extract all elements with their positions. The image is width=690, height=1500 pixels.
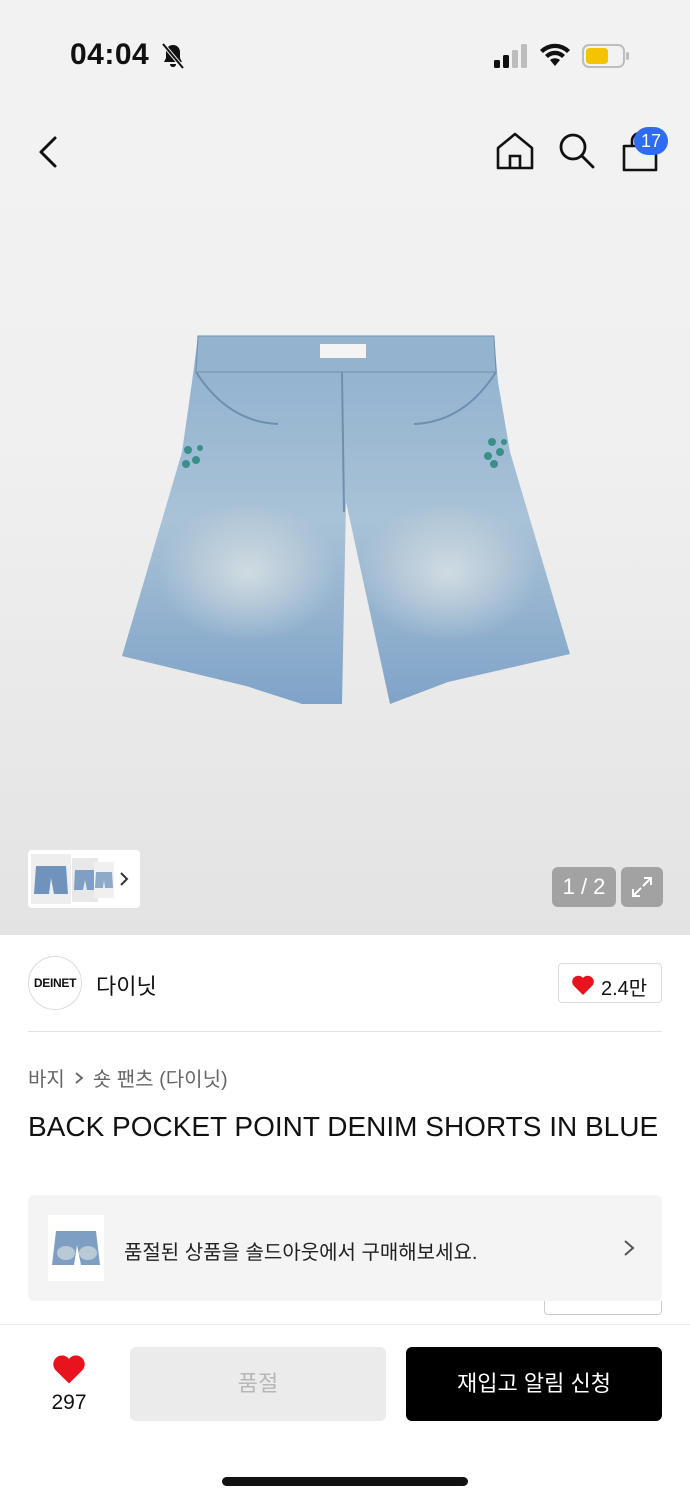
divider [28,1031,662,1032]
product-image [122,335,570,704]
signal-icon [494,44,527,68]
price-row-clipped [28,1301,662,1315]
home-indicator [222,1477,468,1486]
brand-name[interactable]: 다이닛 [96,969,157,1001]
home-icon[interactable] [494,130,536,172]
brand-like-button[interactable]: 2.4만 [558,963,662,1003]
breadcrumb: 바지 숏 팬츠 (다이닛) [28,1063,228,1092]
cart-count-badge: 17 [634,127,668,155]
soldout-banner-text: 품절된 상품을 솔드아웃에서 구매해보세요. [124,1242,478,1264]
battery-icon [582,44,629,68]
chevron-right-icon [75,1071,84,1084]
page-indicator: 1 / 2 [552,867,616,907]
bottom-action-bar: 297 품절 재입고 알림 신청 [0,1324,690,1500]
breadcrumb-subcategory[interactable]: 숏 팬츠 (다이닛) [93,1063,228,1092]
breadcrumb-category[interactable]: 바지 [28,1063,65,1092]
wishlist-count: 297 [51,1391,87,1414]
status-bar: 04:04 [0,0,690,100]
chevron-right-icon [624,1240,635,1256]
expand-icon [632,877,652,897]
product-title: BACK POCKET POINT DENIM SHORTS IN BLUE [28,1111,659,1142]
soldout-banner[interactable]: 품절된 상품을 솔드아웃에서 구매해보세요. [28,1195,662,1301]
restock-alert-button[interactable]: 재입고 알림 신청 [406,1347,662,1421]
wishlist-heart-icon[interactable] [51,1353,87,1385]
status-time: 04:04 [70,38,150,71]
brand-like-count: 2.4만 [601,978,648,1000]
heart-icon [572,975,594,995]
banner-product-thumbnail [48,1215,104,1281]
back-icon[interactable] [30,130,70,174]
soldout-button[interactable]: 품절 [130,1347,386,1421]
bell-off-icon [161,42,185,70]
thumbnail-strip[interactable] [28,850,140,908]
search-icon[interactable] [556,130,596,170]
brand-logo[interactable]: DEINET [28,956,82,1010]
expand-button[interactable] [621,867,663,907]
wifi-icon [540,43,570,66]
product-gallery[interactable]: 17 1 / 2 [0,100,690,935]
coupon-button-clipped [544,1301,662,1315]
